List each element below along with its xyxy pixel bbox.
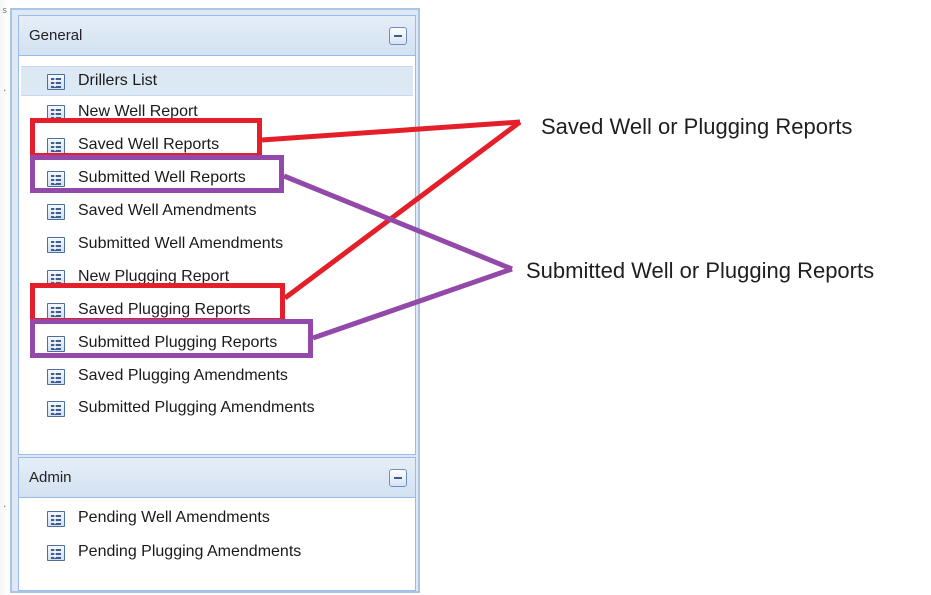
nav-item-label: New Well Report [78, 103, 198, 120]
nav-item-label: Saved Plugging Reports [78, 301, 251, 318]
nav-item-saved-well-reports[interactable]: Saved Well Reports [21, 131, 413, 161]
form-list-icon [47, 105, 65, 121]
submitted-reports-callout: Submitted Well or Plugging Reports [526, 258, 875, 283]
general-panel: General Drillers List New Well Report Sa… [18, 15, 416, 455]
form-list-icon [47, 74, 65, 90]
left-edge-artifact: s . . [0, 0, 10, 595]
nav-item-saved-plugging-reports[interactable]: Saved Plugging Reports [21, 296, 413, 326]
admin-panel-title: Admin [29, 469, 72, 486]
form-list-icon [47, 369, 65, 385]
form-list-icon [47, 303, 65, 319]
admin-collapse-button[interactable] [389, 469, 407, 487]
nav-item-label: Pending Well Amendments [78, 509, 270, 526]
form-list-icon [47, 204, 65, 220]
general-panel-header[interactable]: General [19, 16, 415, 56]
nav-item-submitted-plugging-amendments[interactable]: Submitted Plugging Amendments [21, 394, 413, 424]
admin-panel: Admin Pending Well Amendments Pending Pl… [18, 457, 416, 591]
navigation-sidebar: General Drillers List New Well Report Sa… [10, 8, 420, 593]
form-list-icon [47, 270, 65, 286]
form-list-icon [47, 511, 65, 527]
form-list-icon [47, 545, 65, 561]
nav-item-label: Submitted Well Amendments [78, 235, 284, 252]
nav-item-submitted-plugging-reports[interactable]: Submitted Plugging Reports [21, 329, 413, 359]
nav-item-submitted-well-reports[interactable]: Submitted Well Reports [21, 164, 413, 194]
nav-item-pending-well-amendments[interactable]: Pending Well Amendments [21, 504, 413, 534]
nav-item-label: Saved Plugging Amendments [78, 367, 288, 384]
nav-item-label: Submitted Plugging Amendments [78, 399, 315, 416]
admin-panel-header[interactable]: Admin [19, 458, 415, 498]
nav-item-label: New Plugging Report [78, 268, 230, 285]
form-list-icon [47, 401, 65, 417]
nav-item-saved-plugging-amendments[interactable]: Saved Plugging Amendments [21, 362, 413, 392]
nav-item-label: Submitted Plugging Reports [78, 334, 278, 351]
nav-item-new-plugging-report[interactable]: New Plugging Report [21, 263, 413, 293]
form-list-icon [47, 171, 65, 187]
nav-item-saved-well-amendments[interactable]: Saved Well Amendments [21, 197, 413, 227]
form-list-icon [47, 138, 65, 154]
nav-item-submitted-well-amendments[interactable]: Submitted Well Amendments [21, 230, 413, 260]
nav-item-label: Drillers List [78, 72, 158, 89]
saved-reports-callout: Saved Well or Plugging Reports [541, 114, 853, 139]
screenshot-stage: s . . General Drillers List New Well Rep… [0, 0, 931, 595]
nav-item-label: Saved Well Reports [78, 136, 220, 153]
form-list-icon [47, 237, 65, 253]
nav-item-label: Pending Plugging Amendments [78, 543, 302, 560]
form-list-icon [47, 336, 65, 352]
nav-item-drillers-list[interactable]: Drillers List [21, 66, 413, 96]
nav-item-label: Submitted Well Reports [78, 169, 246, 186]
nav-item-pending-plugging-amendments[interactable]: Pending Plugging Amendments [21, 538, 413, 568]
nav-item-label: Saved Well Amendments [78, 202, 257, 219]
general-collapse-button[interactable] [389, 27, 407, 45]
nav-item-new-well-report[interactable]: New Well Report [21, 98, 413, 128]
general-panel-title: General [29, 27, 83, 44]
